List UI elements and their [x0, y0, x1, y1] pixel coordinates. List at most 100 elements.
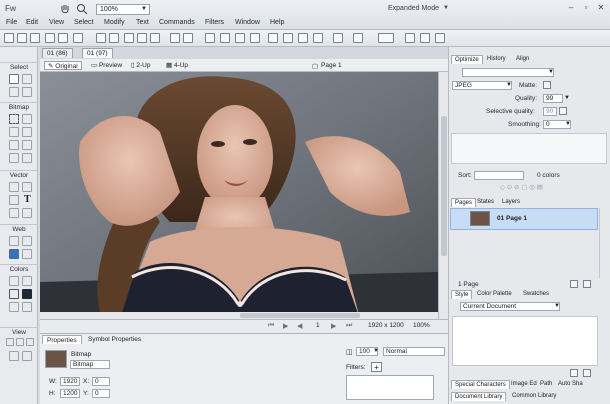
menu-modify[interactable]: Modify: [104, 19, 125, 26]
pointer-tool-icon[interactable]: [9, 74, 19, 84]
lasso-tool-icon[interactable]: [22, 114, 32, 124]
crop-icon[interactable]: [313, 33, 323, 43]
eyedropper-tool-icon[interactable]: [9, 276, 19, 286]
ungroup-icon[interactable]: [183, 33, 193, 43]
style-source-select[interactable]: Current Document: [460, 302, 560, 311]
menu-select[interactable]: Select: [74, 19, 93, 26]
full-menu-screen-icon[interactable]: [16, 338, 24, 346]
scale-tool-icon[interactable]: [9, 87, 19, 97]
tab-path[interactable]: Path: [537, 380, 555, 389]
paint-bucket-tool-icon[interactable]: [22, 276, 32, 286]
y-field[interactable]: 0: [92, 389, 110, 398]
tab-symbol-properties[interactable]: Symbol Properties: [84, 335, 145, 344]
rubber-stamp-tool-icon[interactable]: [22, 153, 32, 163]
new-file-icon[interactable]: [4, 33, 14, 43]
tab-properties[interactable]: Properties: [42, 335, 82, 344]
play-icon[interactable]: ▶: [283, 322, 288, 330]
tab-layers[interactable]: Layers: [499, 198, 523, 207]
pages-scrollbar[interactable]: [599, 208, 607, 278]
add-filter-button[interactable]: +: [371, 362, 382, 372]
cut-icon[interactable]: [124, 33, 134, 43]
swap-colors-icon[interactable]: [22, 302, 32, 312]
view-preview-button[interactable]: ▭ Preview: [88, 61, 125, 70]
palette-tools-icon[interactable]: ◇ ⊙ ⊘ ▢ ◎ ▤: [500, 183, 543, 191]
rectangle-tool-icon[interactable]: [9, 195, 19, 205]
join-icon[interactable]: [235, 33, 245, 43]
save-icon[interactable]: [30, 33, 40, 43]
tab-style[interactable]: Style: [451, 290, 473, 299]
menu-window[interactable]: Window: [235, 19, 260, 26]
standard-screen-icon[interactable]: [6, 338, 14, 346]
chevron-down-icon[interactable]: ▼: [564, 95, 570, 101]
filters-list[interactable]: [346, 375, 434, 400]
minimize-icon[interactable]: –: [565, 3, 577, 13]
rotate-right-icon[interactable]: [420, 33, 430, 43]
send-backward-icon[interactable]: [220, 33, 230, 43]
selective-quality-field[interactable]: 90: [543, 107, 557, 116]
object-name-field[interactable]: Bitmap: [70, 360, 110, 369]
tab-pages[interactable]: Pages: [451, 198, 477, 207]
arrange-icon[interactable]: [333, 33, 343, 43]
canvas-vertical-scrollbar[interactable]: [438, 72, 448, 319]
document-canvas[interactable]: [40, 72, 438, 319]
intersect-icon[interactable]: [283, 33, 293, 43]
page-name[interactable]: Page 1: [321, 62, 342, 69]
last-frame-icon[interactable]: ⏭: [346, 322, 352, 330]
import-icon[interactable]: [45, 33, 55, 43]
line-tool-icon[interactable]: [9, 182, 19, 192]
x-field[interactable]: 0: [92, 377, 110, 386]
align-menu-icon[interactable]: [378, 33, 394, 43]
hand-icon[interactable]: [59, 3, 71, 15]
quality-field[interactable]: 99: [543, 94, 563, 103]
tab-image-editing[interactable]: Image Ed: [508, 380, 540, 389]
doc-tab-2[interactable]: 01 (97): [82, 48, 113, 58]
brush-tool-icon[interactable]: [22, 127, 32, 137]
view-original-button[interactable]: ✎ Original: [44, 61, 82, 70]
matte-swatch[interactable]: [543, 81, 551, 89]
maximize-icon[interactable]: ▫: [580, 3, 592, 13]
crop-tool-icon[interactable]: [22, 87, 32, 97]
paste-icon[interactable]: [150, 33, 160, 43]
fill-color-icon[interactable]: [22, 289, 32, 299]
menu-view[interactable]: View: [49, 19, 64, 26]
flip-icon[interactable]: [435, 33, 445, 43]
new-page-icon[interactable]: [570, 280, 578, 288]
delete-page-icon[interactable]: [583, 280, 591, 288]
status-zoom[interactable]: 100%: [413, 322, 430, 329]
slice-tool-icon[interactable]: [22, 236, 32, 246]
delete-style-icon[interactable]: [583, 369, 591, 377]
pencil-tool-icon[interactable]: [9, 140, 19, 150]
chevron-down-icon[interactable]: ▼: [554, 303, 560, 309]
zoom-select[interactable]: 100% ▼: [96, 4, 150, 15]
blur-tool-icon[interactable]: [9, 153, 19, 163]
rotate-left-icon[interactable]: [405, 33, 415, 43]
full-screen-icon[interactable]: [26, 338, 34, 346]
chevron-down-icon[interactable]: ▼: [443, 5, 449, 11]
freeform-tool-icon[interactable]: [9, 208, 19, 218]
sort-select[interactable]: [474, 171, 524, 180]
doc-tab-1[interactable]: 01 (86): [42, 48, 73, 58]
show-slices-icon[interactable]: [22, 249, 32, 259]
chevron-down-icon[interactable]: ▼: [506, 82, 512, 88]
new-style-icon[interactable]: [570, 369, 578, 377]
menu-filters[interactable]: Filters: [205, 19, 224, 26]
hotspot-tool-icon[interactable]: [9, 236, 19, 246]
style-list[interactable]: [452, 316, 598, 366]
tab-color-palette[interactable]: Color Palette: [474, 290, 515, 299]
default-colors-icon[interactable]: [9, 302, 19, 312]
hide-slices-icon[interactable]: [9, 249, 19, 259]
tab-states[interactable]: States: [474, 198, 497, 207]
chevron-down-icon[interactable]: ▼: [565, 121, 571, 127]
hand-tool-icon[interactable]: [9, 351, 19, 361]
close-icon[interactable]: ✕: [595, 3, 607, 13]
workspace-mode[interactable]: Expanded Mode: [388, 5, 439, 12]
optimize-preset-select[interactable]: [462, 68, 554, 77]
knife-tool-icon[interactable]: [22, 208, 32, 218]
union-icon[interactable]: [268, 33, 278, 43]
tab-common-library[interactable]: Common Library: [509, 392, 559, 401]
open-file-icon[interactable]: [17, 33, 27, 43]
prev-frame-icon[interactable]: ◀: [297, 322, 302, 330]
format-select[interactable]: JPEG: [452, 81, 512, 90]
punch-icon[interactable]: [298, 33, 308, 43]
tab-special-characters[interactable]: Special Characters: [451, 380, 510, 389]
